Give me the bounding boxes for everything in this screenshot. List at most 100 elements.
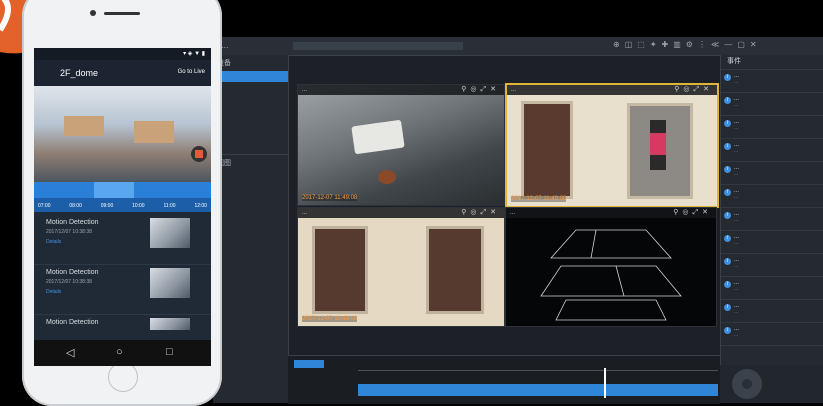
info-icon: i — [724, 74, 731, 81]
go-to-live-link[interactable]: Go to Live — [178, 69, 205, 75]
alarm-item[interactable]: i...... — [721, 208, 823, 231]
video-tile-floor-map[interactable]: ... ⚲◎⤢✕ — [505, 207, 717, 327]
record-button[interactable] — [191, 146, 207, 162]
layout-icon[interactable]: ◫ — [625, 40, 638, 49]
front-camera — [90, 10, 96, 16]
plus-icon[interactable]: ✚ — [662, 40, 674, 49]
person-shirt — [650, 133, 666, 155]
playback-timeline[interactable] — [288, 355, 720, 404]
sidebar-item[interactable]: ... — [213, 215, 288, 226]
alarm-name: ... — [734, 326, 740, 332]
android-nav-bar: ◁ ○ □ — [34, 340, 211, 366]
live-camera-view[interactable] — [34, 86, 211, 182]
alert-list-item[interactable]: Motion Detection — [34, 314, 211, 338]
video-title: ... — [511, 87, 517, 93]
gear-icon[interactable]: ⚙ — [686, 40, 698, 49]
sidebar-item[interactable]: ... — [213, 171, 288, 182]
alarm-detail: ... — [734, 217, 739, 223]
alert-details-link[interactable]: Details — [46, 239, 61, 245]
ptz-center-button[interactable] — [742, 379, 752, 389]
playback-timeline-mobile[interactable] — [34, 182, 211, 204]
alarm-item[interactable]: i...... — [721, 139, 823, 162]
video-title: ... — [302, 87, 308, 93]
info-icon: i — [724, 281, 731, 288]
app-bar: 2F_dome Go to Live — [34, 60, 211, 86]
recent-apps-icon[interactable]: □ — [166, 346, 173, 358]
home-icon[interactable]: ○ — [116, 346, 123, 358]
alarm-item[interactable]: i...... — [721, 70, 823, 93]
alarm-item[interactable]: i...... — [721, 277, 823, 300]
home-button[interactable] — [108, 362, 138, 392]
alarm-detail: ... — [734, 148, 739, 154]
collapse-icon[interactable]: ≪ — [711, 40, 724, 49]
alarm-detail: ... — [734, 309, 739, 315]
timeline-label: 10:00 — [132, 203, 145, 209]
sidebar-item[interactable]: ... — [213, 182, 288, 193]
alert-thumbnail[interactable] — [150, 268, 190, 298]
alert-datetime: 2017/12/07 10:38:38 — [46, 279, 92, 285]
toolbar-icons[interactable]: ⊕◫⬚✦✚▥⚙⋮≪—▢✕ — [613, 40, 762, 49]
video-tile-elevator-person[interactable]: ... ⚲◎⤢✕ 2017-12-07 11:49:08 — [505, 83, 719, 208]
alert-details-link[interactable]: Details — [46, 289, 61, 295]
sidebar-item[interactable]: ... — [213, 82, 288, 93]
video-timestamp: 2017-12-07 11:49:08 — [302, 195, 358, 201]
alarm-detail: ... — [734, 125, 739, 131]
maximize-icon[interactable]: ▢ — [737, 40, 750, 49]
alarm-item[interactable]: i...... — [721, 162, 823, 185]
alarm-item[interactable]: i...... — [721, 116, 823, 139]
fullscreen-icon[interactable]: ⬚ — [637, 40, 650, 49]
timeline-cursor[interactable] — [604, 368, 606, 398]
sidebar-item[interactable]: ... — [213, 226, 288, 237]
more-icon[interactable]: ⋮ — [698, 40, 711, 49]
alert-thumbnail[interactable] — [150, 218, 190, 248]
back-icon[interactable]: ◁ — [66, 346, 74, 359]
sidebar-section-views[interactable]: 视图 — [213, 154, 288, 171]
tab-strip[interactable] — [293, 42, 463, 50]
alarm-item[interactable]: i...... — [721, 300, 823, 323]
timeline-mode-tab[interactable] — [294, 360, 324, 368]
alarm-detail: ... — [734, 79, 739, 85]
alarm-detail: ... — [734, 332, 739, 338]
alarm-item[interactable]: i...... — [721, 323, 823, 346]
timeline-label: 07:00 — [38, 203, 51, 209]
sidebar-item[interactable]: ... — [213, 93, 288, 104]
minimize-icon[interactable]: — — [724, 40, 737, 49]
alert-list-item[interactable]: Motion Detection 2017/12/07 10:38:38 Det… — [34, 264, 211, 315]
timeline-labels: 07:00 08:00 09:00 10:00 11:00 12:00 — [34, 203, 211, 212]
alarm-item[interactable]: i...... — [721, 254, 823, 277]
alarm-item[interactable]: i...... — [721, 185, 823, 208]
timeline-label: 08:00 — [69, 203, 82, 209]
alert-list-item[interactable]: Motion Detection 2017/12/07 10:38:38 Det… — [34, 214, 211, 265]
video-title-bar: ... ⚲◎⤢✕ — [298, 85, 504, 95]
camera-name: 2F_dome — [60, 68, 99, 78]
alarm-item[interactable]: i...... — [721, 93, 823, 116]
sidebar-item[interactable]: ... — [213, 248, 288, 259]
video-controls[interactable]: ⚲◎⤢✕ — [461, 208, 500, 218]
sidebar-item[interactable]: ... — [213, 193, 288, 204]
alarm-detail: ... — [734, 286, 739, 292]
sidebar-section-devices[interactable]: 设备 — [213, 55, 288, 71]
sidebar-item[interactable]: ... — [213, 204, 288, 215]
alarm-item[interactable]: i...... — [721, 231, 823, 254]
add-icon[interactable]: ⊕ — [613, 40, 625, 49]
close-icon[interactable]: ✕ — [750, 40, 762, 49]
video-tile-elevators[interactable]: ... ⚲◎⤢✕ 2017-12-07 11:49:08 — [297, 207, 505, 327]
video-controls[interactable]: ⚲◎⤢✕ — [461, 85, 500, 95]
info-icon: i — [724, 304, 731, 311]
status-bar: ▾ ◈ ▼ ▮ — [34, 48, 211, 60]
alarm-detail: ... — [734, 171, 739, 177]
sidebar-item[interactable]: ... — [213, 237, 288, 248]
alert-thumbnail[interactable] — [150, 318, 190, 330]
trash-icon[interactable]: ▥ — [673, 40, 686, 49]
device-sidebar: 设备 ... ... ... 视图 ... ... ... ... ... ..… — [213, 55, 289, 403]
video-title-bar: ... ⚲◎⤢✕ — [507, 85, 717, 95]
window-title: ... — [221, 40, 229, 50]
ptz-control[interactable] — [720, 365, 823, 403]
star-icon[interactable]: ✦ — [650, 40, 662, 49]
info-icon: i — [724, 327, 731, 334]
sidebar-item[interactable]: ... — [213, 71, 288, 82]
alarm-name: ... — [734, 119, 740, 125]
video-tile-desk[interactable]: ... ⚲◎⤢✕ 2017-12-07 11:49:08 — [297, 84, 505, 206]
info-icon: i — [724, 212, 731, 219]
video-controls[interactable]: ⚲◎⤢✕ — [674, 85, 713, 95]
